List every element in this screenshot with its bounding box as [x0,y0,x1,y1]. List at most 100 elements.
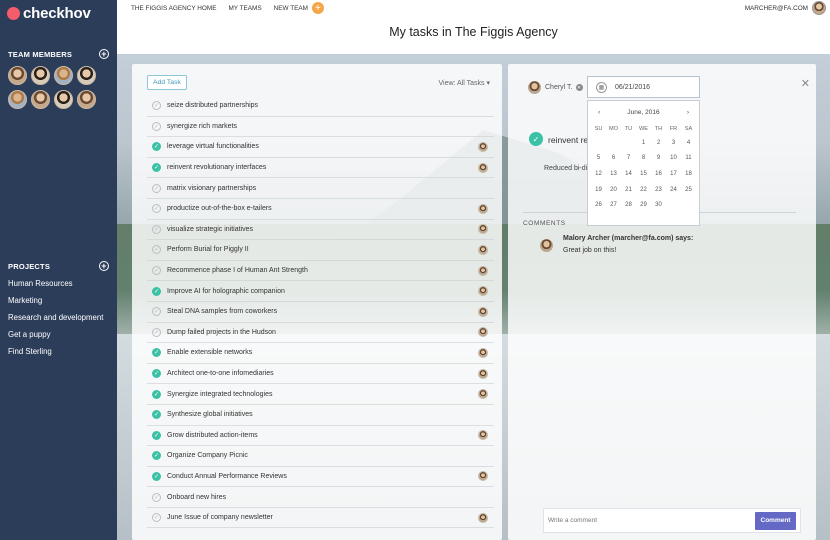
calendar-day[interactable]: 27 [606,197,621,213]
project-item[interactable]: Get a puppy [8,326,109,343]
close-icon[interactable]: ✕ [801,77,810,90]
task-row[interactable]: ✓ leverage virtual functionalities [147,137,494,158]
completed-check-icon[interactable]: ✓ [152,451,161,461]
calendar-day[interactable]: 23 [651,182,666,198]
task-row[interactable]: ✓ Steal DNA samples from coworkers [147,302,494,323]
team-member-avatar[interactable] [54,90,73,109]
calendar-day[interactable]: 29 [636,197,651,213]
task-row[interactable]: ✓ Grow distributed action-items [147,426,494,447]
calendar-day[interactable]: 15 [636,166,651,182]
due-date-field[interactable]: ▦ 06/21/2016 [587,76,700,98]
task-row[interactable]: ✓ June Issue of company newsletter [147,508,494,529]
nav-home-link[interactable]: THE FIGGIS AGENCY HOME [131,5,216,12]
completed-check-icon[interactable]: ✓ [152,410,161,420]
calendar-day[interactable]: 2 [651,135,666,151]
app-logo[interactable]: checkhov [0,0,117,27]
project-item[interactable]: Marketing [8,292,109,309]
calendar-day[interactable]: 4 [681,135,696,151]
incomplete-check-icon[interactable]: ✓ [152,121,161,131]
calendar-day[interactable]: 9 [651,151,666,167]
calendar-day[interactable]: 16 [651,166,666,182]
project-item[interactable]: Find Sterling [8,343,109,360]
incomplete-check-icon[interactable]: ✓ [152,224,161,234]
task-row[interactable]: ✓ matrix visionary partnerships [147,178,494,199]
task-row[interactable]: ✓ Dump failed projects in the Hudson [147,323,494,344]
task-row[interactable]: ✓ Recommence phase I of Human Ant Strengt… [147,261,494,282]
completed-check-icon[interactable]: ✓ [152,471,161,481]
calendar-day[interactable]: 19 [591,182,606,198]
project-item[interactable]: Research and development [8,309,109,326]
task-row[interactable]: ✓ Synergize integrated technologies [147,384,494,405]
task-complete-check-icon[interactable]: ✓ [529,132,543,146]
incomplete-check-icon[interactable]: ✓ [152,101,161,111]
calendar-day[interactable]: 10 [666,151,681,167]
incomplete-check-icon[interactable]: ✓ [152,492,161,502]
incomplete-check-icon[interactable]: ✓ [152,183,161,193]
team-member-avatar[interactable] [54,66,73,85]
task-row[interactable]: ✓ Improve AI for holographic companion [147,281,494,302]
team-member-avatar[interactable] [31,90,50,109]
task-description[interactable]: Reduced bi-di [544,165,587,172]
calendar-day[interactable]: 28 [621,197,636,213]
calendar-day[interactable]: 26 [591,197,606,213]
completed-check-icon[interactable]: ✓ [152,286,161,296]
team-member-avatar[interactable] [77,66,96,85]
task-title[interactable]: reinvent rev [548,135,592,145]
project-item[interactable]: Human Resources [8,275,109,292]
team-member-avatar[interactable] [77,90,96,109]
calendar-day[interactable]: 22 [636,182,651,198]
incomplete-check-icon[interactable]: ✓ [152,204,161,214]
assignee-chip[interactable]: Cheryl T. ✕ [528,81,583,94]
task-row[interactable]: ✓ Organize Company Picnic [147,446,494,467]
view-filter-dropdown[interactable]: View: All Tasks ▾ [438,79,490,87]
add-team-member-icon[interactable]: + [99,49,109,59]
remove-assignee-icon[interactable]: ✕ [575,84,583,91]
comment-button[interactable]: Comment [755,511,796,530]
add-task-button[interactable]: Add Task [147,75,187,90]
calendar-day[interactable]: 20 [606,182,621,198]
completed-check-icon[interactable]: ✓ [152,142,161,152]
task-row[interactable]: ✓ Enable extensible networks [147,343,494,364]
calendar-day[interactable]: 11 [681,151,696,167]
nav-my-teams-link[interactable]: MY TEAMS [228,5,261,12]
task-row[interactable]: ✓ Onboard new hires [147,487,494,508]
task-row[interactable]: ✓ reinvent revolutionary interfaces [147,158,494,179]
team-member-avatar[interactable] [8,90,27,109]
team-member-avatar[interactable] [8,66,27,85]
comment-input[interactable] [548,517,755,524]
next-month-icon[interactable]: › [687,109,689,116]
task-row[interactable]: ✓ Perform Burial for Piggly II [147,240,494,261]
completed-check-icon[interactable]: ✓ [152,369,161,379]
incomplete-check-icon[interactable]: ✓ [152,327,161,337]
calendar-day[interactable]: 13 [606,166,621,182]
prev-month-icon[interactable]: ‹ [598,109,600,116]
task-row[interactable]: ✓ synergize rich markets [147,117,494,138]
calendar-day[interactable]: 30 [651,197,666,213]
nav-new-team-link[interactable]: NEW TEAM [274,5,308,12]
incomplete-check-icon[interactable]: ✓ [152,307,161,317]
task-row[interactable]: ✓ Architect one-to-one infomediaries [147,364,494,385]
task-row[interactable]: ✓ Synthesize global initiatives [147,405,494,426]
add-project-icon[interactable]: + [99,261,109,271]
calendar-day[interactable]: 24 [666,182,681,198]
incomplete-check-icon[interactable]: ✓ [152,513,161,523]
completed-check-icon[interactable]: ✓ [152,430,161,440]
incomplete-check-icon[interactable]: ✓ [152,245,161,255]
task-row[interactable]: ✓ productize out-of-the-box e-tailers [147,199,494,220]
calendar-day[interactable]: 6 [606,151,621,167]
user-avatar[interactable] [812,1,826,15]
team-member-avatar[interactable] [31,66,50,85]
incomplete-check-icon[interactable]: ✓ [152,266,161,276]
calendar-day[interactable]: 8 [636,151,651,167]
calendar-day[interactable]: 1 [636,135,651,151]
calendar-day[interactable]: 21 [621,182,636,198]
calendar-day[interactable]: 7 [621,151,636,167]
calendar-day[interactable]: 17 [666,166,681,182]
calendar-day[interactable]: 14 [621,166,636,182]
completed-check-icon[interactable]: ✓ [152,348,161,358]
calendar-day[interactable]: 3 [666,135,681,151]
completed-check-icon[interactable]: ✓ [152,163,161,173]
task-row[interactable]: ✓ Conduct Annual Performance Reviews [147,467,494,488]
completed-check-icon[interactable]: ✓ [152,389,161,399]
calendar-day[interactable]: 18 [681,166,696,182]
